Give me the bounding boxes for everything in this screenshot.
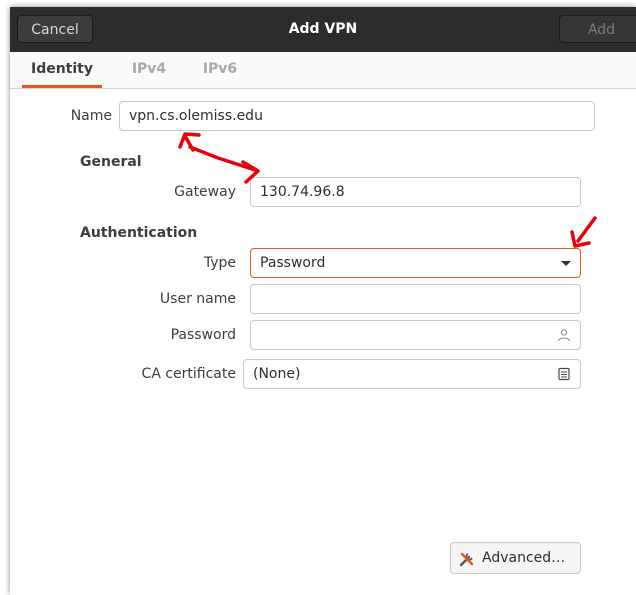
cancel-button[interactable]: Cancel [17, 15, 93, 43]
password-label: Password [170, 327, 236, 343]
titlebar: Cancel Add VPN Add [10, 7, 636, 52]
ca-certificate-value: (None) [253, 366, 301, 382]
tools-icon [459, 552, 474, 567]
tab-identity[interactable]: Identity [22, 52, 102, 88]
username-input[interactable] [250, 284, 581, 314]
dialog-title: Add VPN [288, 21, 358, 37]
gateway-label: Gateway [174, 184, 236, 200]
name-label: Name [70, 108, 112, 124]
general-heading: General [80, 154, 142, 170]
add-button[interactable]: Add [559, 15, 636, 43]
ca-certificate-chooser[interactable]: (None) [243, 359, 581, 389]
person-icon[interactable] [557, 328, 571, 342]
username-label: User name [159, 291, 236, 307]
ca-certificate-label: CA certificate [141, 366, 236, 382]
gateway-input[interactable]: 130.74.96.8 [250, 177, 581, 207]
advanced-button-label: Advanced… [482, 550, 566, 566]
tab-bar: Identity IPv4 IPv6 [10, 52, 636, 89]
type-label: Type [203, 255, 236, 271]
chevron-down-icon [561, 261, 571, 266]
password-input[interactable] [250, 320, 581, 350]
tab-ipv4[interactable]: IPv4 [124, 52, 174, 88]
file-chooser-icon [558, 367, 570, 381]
add-vpn-dialog: Cancel Add VPN Add Identity IPv4 IPv6 Na… [10, 7, 636, 595]
name-input[interactable]: vpn.cs.olemiss.edu [119, 101, 595, 131]
type-dropdown-value: Password [260, 255, 326, 271]
type-dropdown[interactable]: Password [250, 248, 581, 278]
tab-ipv6[interactable]: IPv6 [195, 52, 245, 88]
authentication-heading: Authentication [80, 225, 198, 241]
advanced-button[interactable]: Advanced… [450, 542, 581, 574]
